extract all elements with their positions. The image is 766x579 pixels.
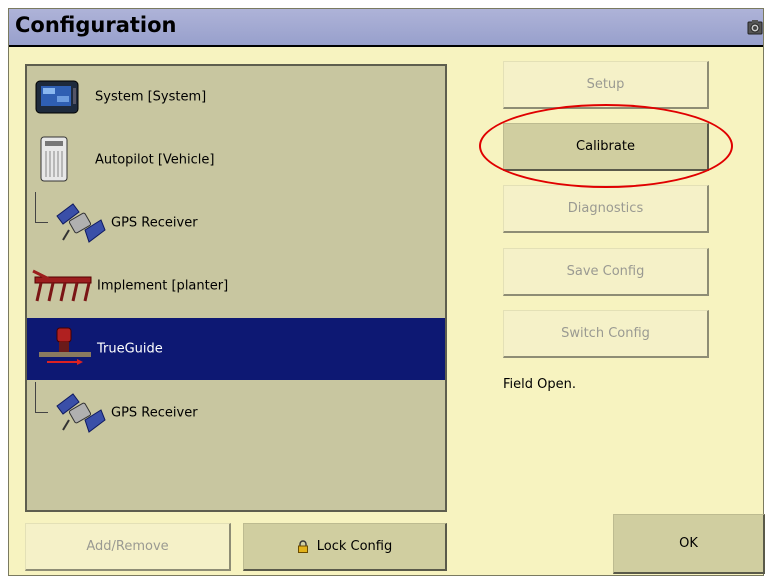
tree-item-autopilot[interactable]: Autopilot [Vehicle] bbox=[27, 129, 445, 191]
lock-config-label: Lock Config bbox=[316, 539, 393, 554]
camera-icon[interactable] bbox=[747, 18, 763, 36]
status-text: Field Open. bbox=[503, 377, 576, 392]
tree-item-gps-receiver[interactable]: GPS Receiver bbox=[27, 382, 445, 444]
component-tree[interactable]: System [System] Autopilot [Vehicle] GPS … bbox=[25, 64, 447, 512]
tree-item-gps-receiver[interactable]: GPS Receiver bbox=[27, 192, 445, 254]
title-bar: Configuration bbox=[9, 9, 763, 47]
tree-item-label: System [System] bbox=[95, 89, 207, 105]
tree-item-system[interactable]: System [System] bbox=[27, 66, 445, 128]
calibrate-button[interactable]: Calibrate bbox=[503, 123, 709, 171]
trueguide-icon bbox=[39, 327, 91, 365]
tree-connector bbox=[35, 192, 48, 223]
save-config-button[interactable]: Save Config bbox=[503, 248, 709, 296]
lock-config-button[interactable]: Lock Config bbox=[243, 523, 447, 571]
satellite-icon bbox=[56, 393, 106, 433]
tree-item-label: Autopilot [Vehicle] bbox=[95, 152, 215, 168]
tree-item-label: TrueGuide bbox=[97, 341, 163, 357]
display-icon bbox=[35, 80, 79, 114]
lock-icon bbox=[297, 540, 308, 553]
tree-connector bbox=[35, 382, 48, 413]
tree-item-trueguide[interactable]: TrueGuide bbox=[27, 318, 445, 380]
tree-item-label: GPS Receiver bbox=[111, 215, 198, 231]
add-remove-button[interactable]: Add/Remove bbox=[25, 523, 231, 571]
tree-item-implement[interactable]: Implement [planter] bbox=[27, 255, 445, 317]
configuration-window: Configuration System [System] Autopilot … bbox=[8, 8, 765, 576]
window-title: Configuration bbox=[15, 13, 177, 37]
tree-item-label: GPS Receiver bbox=[111, 405, 198, 421]
setup-button[interactable]: Setup bbox=[503, 61, 709, 109]
planter-icon bbox=[32, 269, 92, 302]
tree-item-label: Implement [planter] bbox=[97, 278, 229, 294]
satellite-icon bbox=[56, 203, 106, 243]
ok-button[interactable]: OK bbox=[613, 514, 765, 574]
diagnostics-button[interactable]: Diagnostics bbox=[503, 185, 709, 233]
switch-config-button[interactable]: Switch Config bbox=[503, 310, 709, 358]
controller-icon bbox=[40, 136, 68, 182]
